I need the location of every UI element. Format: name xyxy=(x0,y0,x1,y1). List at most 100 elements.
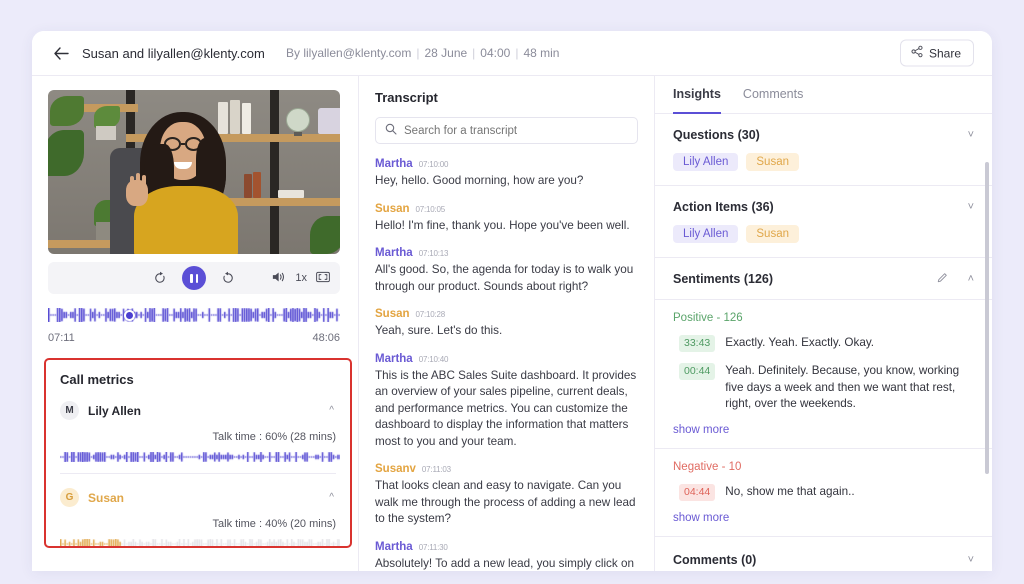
transcript-entry[interactable]: Susanv 07:11:03 That looks clean and easy … xyxy=(375,463,638,528)
chevron-up-icon[interactable]: ^ xyxy=(329,405,334,416)
current-time: 07:11 xyxy=(48,332,75,344)
insights-panel: Insights Comments Questions (30) ˅ Lily … xyxy=(655,76,992,571)
speaker-name: Lily Allen xyxy=(88,403,141,418)
show-more-positive[interactable]: show more xyxy=(655,413,992,448)
transcript-title: Transcript xyxy=(375,90,438,105)
player-controls: 1x xyxy=(48,262,340,294)
total-time: 48:06 xyxy=(312,332,340,344)
tab-comments[interactable]: Comments xyxy=(743,76,803,114)
rewind-10-icon[interactable] xyxy=(152,270,168,286)
search-transcript-box[interactable] xyxy=(375,117,638,144)
chip-susan[interactable]: Susan xyxy=(746,225,799,243)
call-metrics-title: Call metrics xyxy=(60,372,134,387)
avatar: G xyxy=(60,488,79,507)
fullscreen-icon[interactable] xyxy=(316,271,330,286)
action-items-title: Action Items (36) xyxy=(673,200,774,214)
transcript-list: Martha 07:10:00 Hey, hello. Good morning, … xyxy=(375,158,638,571)
insights-scrollbar[interactable] xyxy=(985,162,989,474)
sentiment-text: Yeah. Definitely. Because, you know, wor… xyxy=(725,364,960,410)
transcript-entry[interactable]: Susan 07:10:05 Hello! I'm fine, thank you.… xyxy=(375,203,638,235)
video-player[interactable] xyxy=(48,90,340,254)
section-comments: Comments (0) ˅ xyxy=(655,537,992,572)
arrow-left-icon[interactable] xyxy=(50,42,72,64)
share-label: Share xyxy=(928,46,961,60)
meta-time: 04:00 xyxy=(480,46,511,60)
chip-lily-allen[interactable]: Lily Allen xyxy=(673,225,739,243)
transcript-panel: Transcript Martha 07:10:00 Hey, hello. Goo… xyxy=(359,76,655,571)
transcript-speaker: Susan xyxy=(375,308,410,320)
meta-date: 28 June xyxy=(424,46,468,60)
transcript-entry[interactable]: Martha 07:10:13 All's good. So, the agenda… xyxy=(375,247,638,295)
speaker-waveform xyxy=(60,536,340,546)
chevron-up-icon[interactable]: ˄ xyxy=(968,273,974,285)
transcript-entry[interactable]: Susan 07:10:28 Yeah, sure. Let's do this. xyxy=(375,308,638,340)
timestamp-badge[interactable]: 33:43 xyxy=(679,335,716,352)
transcript-timestamp: 07:11:03 xyxy=(421,465,451,474)
talk-time-label: Talk time : 60% (28 mins) xyxy=(212,431,336,443)
volume-icon[interactable] xyxy=(272,271,286,286)
positive-label: Positive - 126 xyxy=(673,312,743,324)
left-panel: 1x 07:11 48:06 Call metrics M Lily Allen… xyxy=(32,76,359,571)
seek-bar[interactable]: 07:11 48:06 xyxy=(48,308,340,344)
transcript-entry[interactable]: Martha 07:10:40 This is the ABC Sales Suit… xyxy=(375,353,638,451)
chevron-down-icon[interactable]: ˅ xyxy=(968,554,974,566)
sentiments-positive-block: Positive - 126 33:43 Exactly. Yeah. Exac… xyxy=(655,300,992,413)
meta-duration: 48 min xyxy=(523,46,560,60)
pause-icon[interactable] xyxy=(182,266,206,290)
transcript-timestamp: 07:11:30 xyxy=(418,542,448,552)
chip-lily-allen[interactable]: Lily Allen xyxy=(673,153,739,171)
tab-insights[interactable]: Insights xyxy=(673,76,721,114)
chevron-down-icon[interactable]: ˅ xyxy=(968,201,974,213)
transcript-timestamp: 07:10:13 xyxy=(418,249,449,258)
speaker-metric-row: M Lily Allen ^ Talk time : 60% (28 mins) xyxy=(60,401,340,462)
transcript-speaker: Susanv xyxy=(375,463,416,475)
sentiment-item[interactable]: 04:44 No, show me that again.. xyxy=(673,483,974,501)
timestamp-badge[interactable]: 04:44 xyxy=(679,483,716,501)
sentiment-item[interactable]: 33:43 Exactly. Yeah. Exactly. Okay. xyxy=(673,335,974,352)
questions-title: Questions (30) xyxy=(673,128,760,142)
seek-waveform[interactable] xyxy=(48,308,340,322)
share-button[interactable]: Share xyxy=(899,39,974,67)
share-icon xyxy=(911,45,923,61)
transcript-speaker: Martha xyxy=(375,158,413,170)
speaker-waveform xyxy=(60,449,340,462)
transcript-speaker: Martha xyxy=(375,352,413,365)
speaker-name: Susan xyxy=(88,490,125,505)
transcript-text: Hello! I'm fine, thank you. Hope you've … xyxy=(375,218,630,232)
show-more-negative[interactable]: show more xyxy=(655,501,992,536)
call-meta: By lilyallen@klenty.com | 28 June | 04:00 | 48… xyxy=(286,46,560,60)
main-body: 1x 07:11 48:06 Call metrics M Lily Allen… xyxy=(32,76,992,571)
transcript-text: Yeah, sure. Let's do this. xyxy=(375,324,503,337)
divider xyxy=(60,473,336,474)
transcript-timestamp: 07:10:40 xyxy=(418,354,449,364)
sentiments-negative-block: Negative - 10 04:44 No, show me that aga… xyxy=(655,449,992,501)
transcript-text: Hey, hello. Good morning, how are you? xyxy=(375,174,584,187)
meta-by: By lilyallen@klenty.com xyxy=(286,46,412,60)
playback-speed[interactable]: 1x xyxy=(295,272,307,284)
search-input[interactable] xyxy=(404,124,628,137)
transcript-entry[interactable]: Martha 07:11:30 Absolutely! To add a new l… xyxy=(375,541,638,572)
transcript-speaker: Martha xyxy=(375,540,413,553)
talk-time-label: Talk time : 40% (20 mins) xyxy=(212,518,336,530)
search-icon xyxy=(385,122,397,140)
insights-tabs: Insights Comments xyxy=(655,76,992,114)
header-bar: Susan and lilyallen@klenty.com By lilyal… xyxy=(32,31,992,76)
section-questions: Questions (30) ˅ Lily Allen Susan xyxy=(655,114,992,186)
sentiments-title: Sentiments (126) xyxy=(673,272,774,286)
sentiment-item[interactable]: 00:44 Yeah. Definitely. Because, you kno… xyxy=(673,363,974,413)
transcript-speaker: Susan xyxy=(375,202,410,215)
seek-handle[interactable] xyxy=(124,310,135,321)
negative-label: Negative - 10 xyxy=(673,460,742,473)
edit-pencil-icon[interactable] xyxy=(937,272,948,286)
section-sentiments-header: Sentiments (126) ˄ xyxy=(655,258,992,300)
sentiment-text: Exactly. Yeah. Exactly. Okay. xyxy=(725,336,875,349)
comments-title: Comments (0) xyxy=(673,552,757,567)
forward-10-icon[interactable] xyxy=(220,270,236,286)
transcript-text: Absolutely! To add a new lead, you simpl… xyxy=(375,556,634,570)
timestamp-badge[interactable]: 00:44 xyxy=(679,363,716,380)
chip-susan[interactable]: Susan xyxy=(746,153,799,171)
chevron-up-icon[interactable]: ^ xyxy=(329,492,334,503)
transcript-entry[interactable]: Martha 07:10:00 Hey, hello. Good morning, … xyxy=(375,158,638,190)
chevron-down-icon[interactable]: ˅ xyxy=(968,129,974,141)
transcript-text: That looks clean and easy to navigate. C… xyxy=(375,479,636,525)
